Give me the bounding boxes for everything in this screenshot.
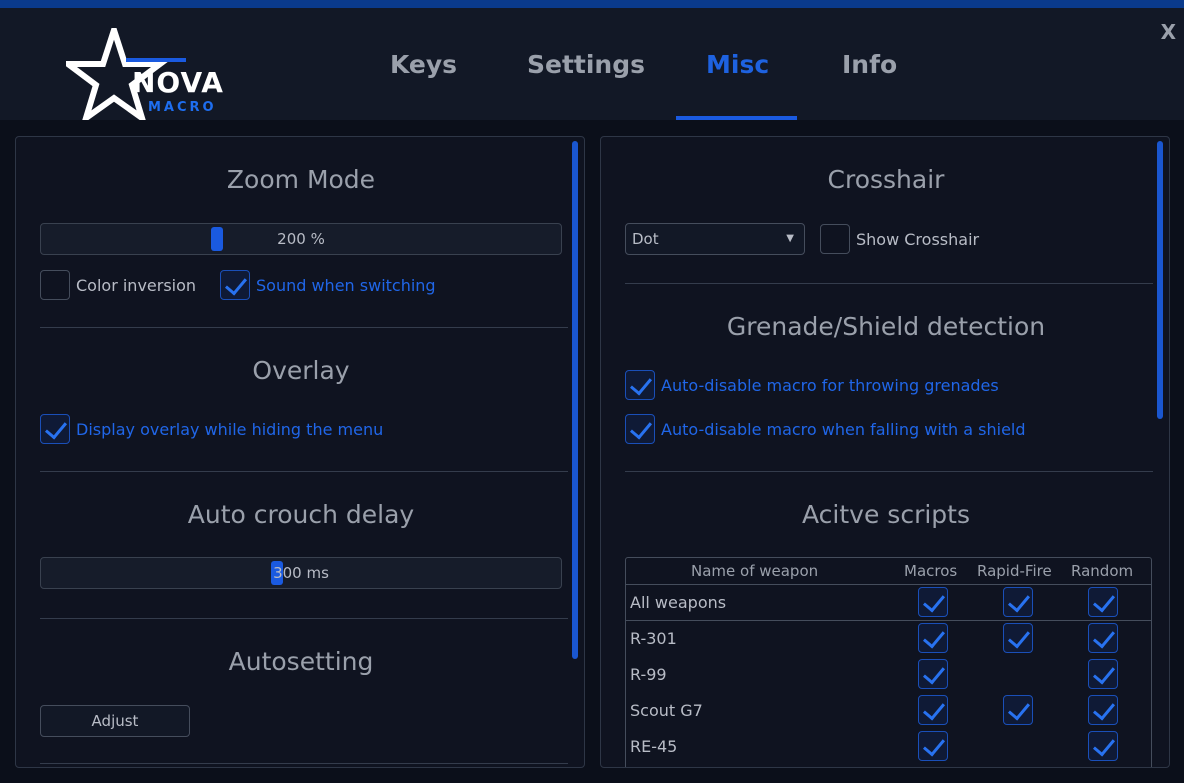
top-accent-bar xyxy=(0,0,1184,8)
random-checkbox[interactable] xyxy=(1088,659,1118,689)
overlay-title: Overlay xyxy=(252,356,350,385)
crouch-slider-value: 300 ms xyxy=(273,564,329,582)
divider xyxy=(625,471,1153,472)
active-scripts-title: Acitve scripts xyxy=(802,500,970,529)
show-crosshair-label: Show Crosshair xyxy=(856,230,980,249)
display-overlay-checkbox[interactable] xyxy=(40,414,70,444)
column-header-random: Random xyxy=(1071,562,1134,580)
close-button[interactable]: X xyxy=(1161,20,1176,44)
zoom-mode-title: Zoom Mode xyxy=(226,165,376,194)
divider xyxy=(40,471,568,472)
auto-crouch-title: Auto crouch delay xyxy=(187,500,415,529)
crosshair-select-value: Dot xyxy=(632,230,659,248)
header: NOVA MACRO Keys Settings Misc Info X xyxy=(0,8,1184,120)
active-scripts-table: Name of weapon Macros Rapid-Fire Random … xyxy=(625,557,1152,767)
zoom-slider-value: 200 % xyxy=(277,230,325,248)
macros-checkbox[interactable] xyxy=(918,731,948,761)
crosshair-title: Crosshair xyxy=(827,165,945,194)
shield-label: Auto-disable macro when falling with a s… xyxy=(661,420,1026,439)
color-inversion-checkbox[interactable] xyxy=(40,270,70,300)
divider xyxy=(40,327,568,328)
sound-switching-checkbox[interactable] xyxy=(220,270,250,300)
logo-nova: NOVA xyxy=(132,66,224,99)
table-row-name: R-301 xyxy=(630,629,677,648)
macros-checkbox[interactable] xyxy=(918,587,948,617)
random-checkbox[interactable] xyxy=(1088,731,1118,761)
row-divider xyxy=(626,620,1151,621)
divider xyxy=(40,618,568,619)
column-header-macros: Macros xyxy=(904,562,958,580)
random-checkbox[interactable] xyxy=(1088,695,1118,725)
left-settings-panel: Zoom Mode 200 % Color inversion Sound wh… xyxy=(15,136,585,768)
table-row-name: R-99 xyxy=(630,665,667,684)
divider xyxy=(40,763,568,764)
sound-switching-label: Sound when switching xyxy=(256,276,436,295)
active-tab-indicator xyxy=(676,116,797,120)
dropdown-arrow-icon: ▼ xyxy=(786,233,794,244)
grenades-label: Auto-disable macro for throwing grenades xyxy=(661,376,999,395)
column-header-rapid-fire: Rapid-Fire xyxy=(977,562,1052,580)
crosshair-type-select[interactable]: Dot ▼ xyxy=(625,223,805,255)
tab-info[interactable]: Info xyxy=(842,50,897,79)
shield-checkbox[interactable] xyxy=(625,414,655,444)
rapid-fire-checkbox[interactable] xyxy=(1003,695,1033,725)
column-header-name: Name of weapon xyxy=(691,562,819,580)
macros-checkbox[interactable] xyxy=(918,695,948,725)
grenades-checkbox[interactable] xyxy=(625,370,655,400)
color-inversion-label: Color inversion xyxy=(76,276,197,295)
table-row-name: Scout G7 xyxy=(630,701,703,720)
left-scrollbar[interactable] xyxy=(572,141,578,659)
rapid-fire-checkbox[interactable] xyxy=(1003,587,1033,617)
random-checkbox[interactable] xyxy=(1088,623,1118,653)
tab-keys[interactable]: Keys xyxy=(390,50,457,79)
rapid-fire-checkbox[interactable] xyxy=(1003,623,1033,653)
table-row-name: RE-45 xyxy=(630,737,678,756)
grenade-shield-title: Grenade/Shield detection xyxy=(726,312,1046,341)
tab-misc[interactable]: Misc xyxy=(706,50,769,79)
logo-macro: MACRO xyxy=(148,100,217,115)
autosetting-title: Autosetting xyxy=(228,647,374,676)
divider xyxy=(625,283,1153,284)
macros-checkbox[interactable] xyxy=(918,659,948,689)
table-row-name: All weapons xyxy=(630,593,727,612)
right-settings-panel: Crosshair Dot ▼ Show Crosshair Grenade/S… xyxy=(600,136,1170,768)
random-checkbox[interactable] xyxy=(1088,587,1118,617)
crouch-delay-slider[interactable]: 300 ms xyxy=(40,557,562,589)
show-crosshair-checkbox[interactable] xyxy=(820,224,850,254)
tab-settings[interactable]: Settings xyxy=(527,50,645,79)
macros-checkbox[interactable] xyxy=(918,623,948,653)
adjust-button[interactable]: Adjust xyxy=(40,705,190,737)
zoom-slider[interactable]: 200 % xyxy=(40,223,562,255)
display-overlay-label: Display overlay while hiding the menu xyxy=(76,420,384,439)
app-logo: NOVA MACRO xyxy=(66,28,246,120)
header-divider xyxy=(626,584,1151,585)
